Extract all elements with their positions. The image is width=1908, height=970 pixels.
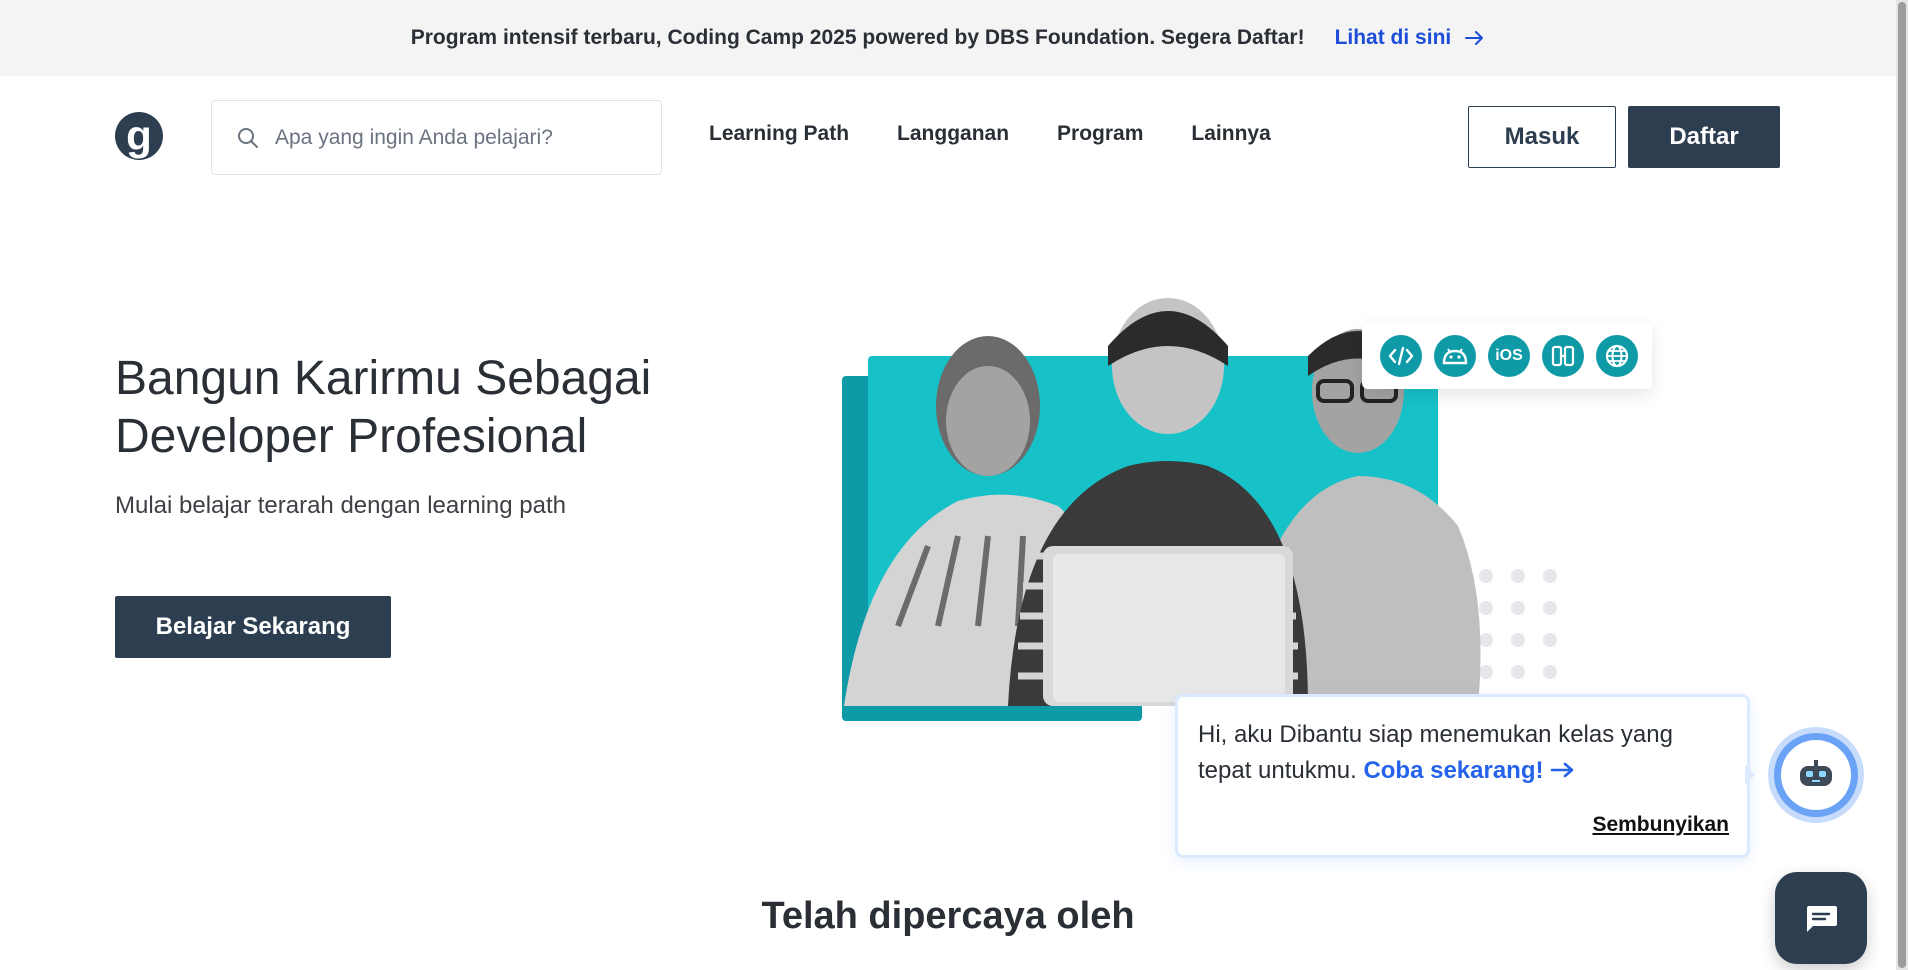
nav-item-learning-path[interactable]: Learning Path (709, 122, 849, 146)
chatbot-cta-label: Coba sekarang! (1363, 757, 1544, 784)
promo-banner: Program intensif terbaru, Coding Camp 20… (0, 0, 1896, 76)
chatbot-message-wrap: Hi, aku Dibantu siap menemukan kelas yan… (1198, 717, 1727, 789)
scrollbar-thumb[interactable] (1898, 2, 1906, 968)
register-button[interactable]: Daftar (1628, 106, 1780, 168)
promo-text: Program intensif terbaru, Coding Camp 20… (410, 26, 1305, 49)
nav-item-lainnya[interactable]: Lainnya (1191, 122, 1270, 146)
login-button[interactable]: Masuk (1468, 106, 1616, 168)
main-nav: Learning Path Langganan Program Lainnya (709, 122, 1271, 146)
code-icon (1380, 335, 1422, 377)
chatbot-cta-link[interactable]: Coba sekarang! (1363, 757, 1576, 784)
search-icon (238, 127, 258, 148)
multiplatform-icon (1542, 335, 1584, 377)
dicoding-logo[interactable]: g (115, 112, 163, 160)
chatbot-prompt: Hi, aku Dibantu siap menemukan kelas yan… (1175, 694, 1750, 858)
hide-chatbot-link[interactable]: Sembunyikan (1592, 813, 1729, 837)
arrow-right-icon (1550, 762, 1574, 778)
search-input[interactable] (275, 125, 655, 150)
hero-subtitle: Mulai belajar terarah dengan learning pa… (115, 492, 566, 519)
chatbot-avatar-inner (1781, 740, 1851, 810)
trusted-by-heading: Telah dipercaya oleh (761, 895, 1135, 937)
tech-icons-strip: iOS (1362, 323, 1652, 389)
promo-link[interactable]: Lihat di sini (1335, 26, 1486, 50)
promo-link-label: Lihat di sini (1334, 26, 1452, 49)
hero-title: Bangun Karirmu Sebagai Developer Profesi… (115, 352, 652, 463)
logo-glyph: g (126, 112, 152, 159)
start-learning-button[interactable]: Belajar Sekarang (115, 596, 391, 658)
chatbot-bubble-tail (1745, 765, 1755, 785)
nav-item-program[interactable]: Program (1057, 122, 1143, 146)
nav-item-langganan[interactable]: Langganan (897, 122, 1009, 146)
ios-icon-label: iOS (1495, 347, 1523, 364)
search-box[interactable] (211, 100, 662, 175)
chatbot-avatar-button[interactable] (1768, 727, 1864, 823)
robot-icon (1800, 760, 1832, 786)
dots-pattern (1479, 569, 1557, 679)
arrow-right-icon (1465, 31, 1484, 45)
ios-icon: iOS (1488, 335, 1530, 377)
android-icon (1434, 335, 1476, 377)
web-icon (1596, 335, 1638, 377)
scrollbar[interactable] (1896, 0, 1908, 970)
chatbot-avatar-ring (1774, 733, 1858, 817)
